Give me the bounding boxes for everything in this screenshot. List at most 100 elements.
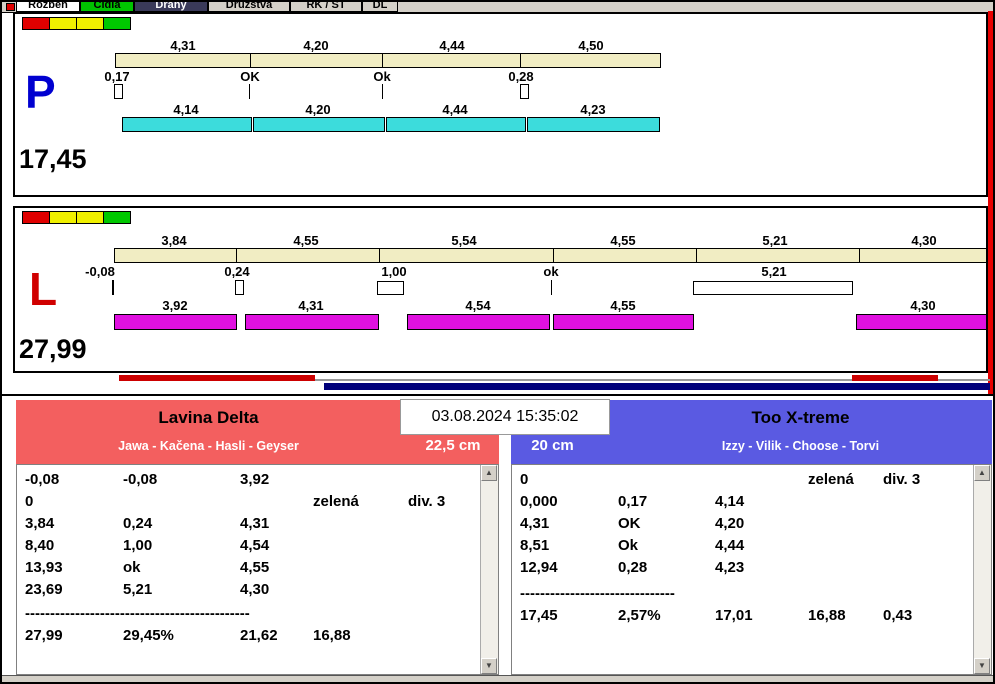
cross-box-icon [520,84,529,99]
dog-run-bar [122,117,252,132]
start-light-yellow1 [49,17,77,30]
cross-label: Ok [373,69,391,84]
cross-box-icon [235,280,244,295]
dog-run-bar [856,314,986,330]
team-left-dogs: Jawa - Kačena - Hasli - Geyser [118,439,299,453]
cross-tick-icon [382,84,383,99]
scrollbar[interactable]: ▲ ▼ [480,465,498,674]
start-light-green [103,17,131,30]
team-right-results-table[interactable]: 0 zelená div. 3 0,000 0,17 4,14 4,31 OK 4,20 8… [511,464,992,675]
start-light-red [22,17,50,30]
split-label: 4,50 [578,38,604,53]
table-row: 3,84 0,24 4,31 [25,515,270,532]
team-right-jump-height: 20 cm [531,437,574,454]
dog-run-bar [407,314,550,330]
split-label: 4,31 [170,38,196,53]
table-row: 12,94 0,28 4,23 [520,559,745,576]
split-label: 5,54 [451,233,477,248]
team-left-name: Lavina Delta [158,408,259,427]
cross-label: OK [240,69,260,84]
dog-time-label: 4,54 [465,298,491,313]
start-light-yellow2 [76,17,104,30]
table-divider: ----------------------------------------… [25,605,250,622]
dog-time-label: 4,30 [910,298,936,313]
dog-run-bar [114,314,237,330]
arrow-up-icon: ▲ [978,468,986,477]
scroll-down-button[interactable]: ▼ [974,658,990,674]
arrow-down-icon: ▼ [978,661,986,670]
dog-run-bar [245,314,379,330]
right-lane-strip [988,11,993,394]
lane-p-total-time: 17,45 [19,144,87,174]
split-label: 4,20 [303,38,329,53]
tab-drahy[interactable]: Dráhy [134,2,208,12]
cross-tick-icon [551,280,552,295]
progress-red-bar-right [852,375,938,381]
split-label: 3,84 [161,233,187,248]
cross-label: 1,00 [381,264,407,279]
cross-label: 0,24 [224,264,250,279]
table-row: 8,40 1,00 4,54 [25,537,270,554]
table-summary-row: 27,99 29,45% 21,62 16,88 [25,627,351,644]
dog-time-label: 4,23 [580,102,606,117]
dog-time-label: 4,44 [442,102,468,117]
start-light-red [22,211,50,224]
table-row: 8,51 Ok 4,44 [520,537,745,554]
start-light-yellow2 [76,211,104,224]
split-bar-l [114,248,986,263]
tab-dl[interactable]: DL [362,2,398,12]
dog-run-bar [553,314,694,330]
dog-time-label: 4,14 [173,102,199,117]
arrow-down-icon: ▼ [485,661,493,670]
table-row: 13,93 ok 4,55 [25,559,270,576]
split-label: 4,30 [911,233,937,248]
scroll-up-button[interactable]: ▲ [481,465,497,481]
table-row: 0,000 0,17 4,14 [520,493,745,510]
dog-time-label: 4,31 [298,298,324,313]
dog-time-label: 4,55 [610,298,636,313]
team-left-results-table[interactable]: -0,08 -0,08 3,92 0 zelená div. 3 3,84 0,24 4,3… [16,464,499,675]
dog-run-bar [527,117,660,132]
cross-label: 0,28 [508,69,534,84]
cross-tick-icon [112,280,114,295]
table-row: 23,69 5,21 4,30 [25,581,270,598]
scroll-up-button[interactable]: ▲ [974,465,990,481]
table-summary-row: 17,45 2,57% 17,01 16,88 0,43 [520,607,913,624]
tab-druzstva[interactable]: Družstva [208,2,290,12]
cross-box-icon [377,281,404,295]
dog-run-bar [253,117,385,132]
status-strip [2,675,993,682]
split-label: 5,21 [762,233,788,248]
team-left-jump-height: 22,5 cm [425,437,481,454]
dog-time-label: 4,20 [305,102,331,117]
scrollbar[interactable]: ▲ ▼ [973,465,991,674]
table-row: 0 zelená div. 3 [520,471,921,488]
cross-label: 0,17 [104,69,130,84]
cross-label: 5,21 [761,264,787,279]
dog-run-bar [386,117,526,132]
progress-red-bar-left [119,375,315,381]
start-light-green [103,211,131,224]
tab-rk-st[interactable]: RK / ST [290,2,362,12]
split-bar-p [115,53,661,68]
split-label: 4,55 [610,233,636,248]
cross-label: ok [543,264,559,279]
start-light-yellow1 [49,211,77,224]
lane-p-panel: 4,31 4,20 4,44 4,50 0,17 OK Ok 0,28 4,14… [13,12,988,197]
split-label: 4,44 [439,38,465,53]
cross-tick-icon [249,84,250,99]
dog-time-label: 3,92 [162,298,188,313]
cross-box-icon [693,281,853,295]
lane-l-total-time: 27,99 [19,334,87,364]
table-row: 0 zelená div. 3 [25,493,446,510]
record-indicator [6,3,15,11]
scroll-down-button[interactable]: ▼ [481,658,497,674]
tab-cidla[interactable]: Čidla [80,2,134,12]
split-label: 4,55 [293,233,319,248]
table-row: -0,08 -0,08 3,92 [25,471,270,488]
lane-letter-p: P [25,66,56,118]
cross-label: -0,08 [85,264,115,279]
cross-box-icon [114,84,123,99]
tab-rozbeh[interactable]: Rozbeh [16,2,80,12]
app-window: Rozbeh Čidla Dráhy Družstva RK / ST DL 4… [0,0,995,684]
